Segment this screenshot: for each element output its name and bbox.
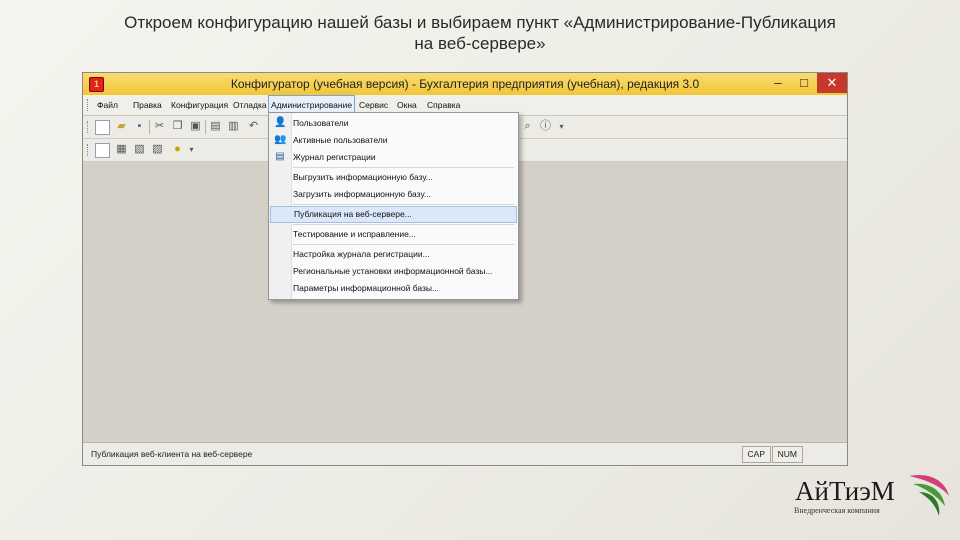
dropdown-item-label: Региональные установки информационной ба… — [293, 266, 493, 276]
print-preview-icon[interactable]: ▥ — [227, 120, 240, 133]
compare-icon[interactable]: ▧ — [133, 143, 146, 156]
find-icon[interactable]: ⌕ — [521, 120, 534, 133]
dropdown-item-label: Загрузить информационную базу... — [293, 189, 431, 199]
chevron-down-icon[interactable]: ▾ — [555, 120, 568, 133]
window-title: Конфигуратор (учебная версия) - Бухгалте… — [230, 77, 700, 91]
run-icon[interactable]: ● — [171, 143, 184, 156]
menu-file[interactable]: Файл — [95, 95, 120, 115]
print-icon[interactable]: ▤ — [209, 120, 222, 133]
slide-title-line-2: на веб-сервере» — [414, 34, 546, 53]
toolbar-grip[interactable] — [87, 144, 91, 156]
maximize-button[interactable]: □ — [791, 73, 817, 93]
company-logo-icon — [909, 474, 949, 516]
administration-dropdown: 👤 Пользователи 👥 Активные пользователи ▤… — [268, 112, 519, 300]
info-icon[interactable]: ⓘ — [539, 120, 552, 133]
undo-icon[interactable]: ↶ — [247, 120, 260, 133]
menu-edit[interactable]: Правка — [131, 95, 164, 115]
chevron-down-icon[interactable]: ▾ — [185, 143, 198, 156]
dropdown-item-label: Тестирование и исправление... — [293, 229, 416, 239]
dropdown-item-label: Параметры информационной базы... — [293, 283, 440, 293]
slide-title-line-1: Откроем конфигурацию нашей базы и выбира… — [124, 13, 836, 32]
toolbar-separator — [149, 120, 150, 134]
menu-configuration[interactable]: Конфигурация — [169, 95, 230, 115]
caps-lock-indicator: CAP — [741, 446, 771, 463]
dropdown-item-load-db[interactable]: Загрузить информационную базу... — [270, 186, 517, 203]
minimize-button[interactable]: – — [765, 73, 791, 93]
users-icon: 👤 — [274, 117, 287, 128]
menu-debug[interactable]: Отладка — [231, 95, 269, 115]
menu-grip[interactable] — [87, 99, 91, 111]
paste-icon[interactable]: ▣ — [189, 120, 202, 133]
open-folder-icon[interactable]: ▰ — [115, 120, 128, 133]
dropdown-item-regional-settings[interactable]: Региональные установки информационной ба… — [270, 263, 517, 280]
num-lock-indicator: NUM — [771, 446, 803, 463]
dropdown-item-log[interactable]: ▤ Журнал регистрации — [270, 149, 517, 166]
dropdown-item-unload-db[interactable]: Выгрузить информационную базу... — [270, 169, 517, 186]
dropdown-item-label: Пользователи — [293, 118, 349, 128]
dropdown-item-label: Выгрузить информационную базу... — [293, 172, 433, 182]
module-icon[interactable]: ▨ — [151, 143, 164, 156]
dropdown-item-active-users[interactable]: 👥 Активные пользователи — [270, 132, 517, 149]
new-file-icon[interactable] — [95, 120, 110, 135]
dropdown-separator — [293, 167, 514, 168]
dropdown-item-db-parameters[interactable]: Параметры информационной базы... — [270, 280, 517, 297]
close-button[interactable]: ✕ — [817, 73, 847, 93]
active-users-icon: 👥 — [274, 134, 287, 145]
dropdown-item-label: Журнал регистрации — [293, 152, 376, 162]
slide-title: Откроем конфигурацию нашей базы и выбира… — [0, 12, 960, 54]
toolbar-grip[interactable] — [87, 121, 91, 133]
log-icon: ▤ — [275, 151, 285, 162]
company-logo-tagline: Внедренческая компания — [794, 506, 880, 515]
dropdown-item-testing[interactable]: Тестирование и исправление... — [270, 226, 517, 243]
company-logo-name: АйТиэМ — [795, 476, 895, 506]
copy-icon[interactable]: ❐ — [171, 120, 184, 133]
dropdown-item-label: Настройка журнала регистрации... — [293, 249, 430, 259]
window-titlebar[interactable]: 1 Конфигуратор (учебная версия) - Бухгал… — [83, 73, 847, 96]
dropdown-separator — [293, 204, 514, 205]
cut-icon[interactable]: ✂ — [153, 120, 166, 133]
db-config-icon[interactable]: ▦ — [115, 143, 128, 156]
dropdown-item-log-settings[interactable]: Настройка журнала регистрации... — [270, 246, 517, 263]
dropdown-item-web-publication[interactable]: Публикация на веб-сервере... — [270, 206, 517, 223]
dropdown-item-label: Активные пользователи — [293, 135, 388, 145]
dropdown-separator — [293, 224, 514, 225]
dropdown-item-users[interactable]: 👤 Пользователи — [270, 115, 517, 132]
save-icon[interactable]: ▪ — [133, 120, 146, 133]
status-bar: Публикация веб-клиента на веб-сервере CA… — [83, 442, 847, 465]
dropdown-separator — [293, 244, 514, 245]
status-text: Публикация веб-клиента на веб-сервере — [91, 449, 253, 459]
toolbar-separator — [205, 120, 206, 134]
app-1c-icon[interactable]: 1 — [89, 77, 104, 92]
dropdown-item-label: Публикация на веб-сервере... — [294, 209, 412, 219]
config-tree-icon[interactable] — [95, 143, 110, 158]
